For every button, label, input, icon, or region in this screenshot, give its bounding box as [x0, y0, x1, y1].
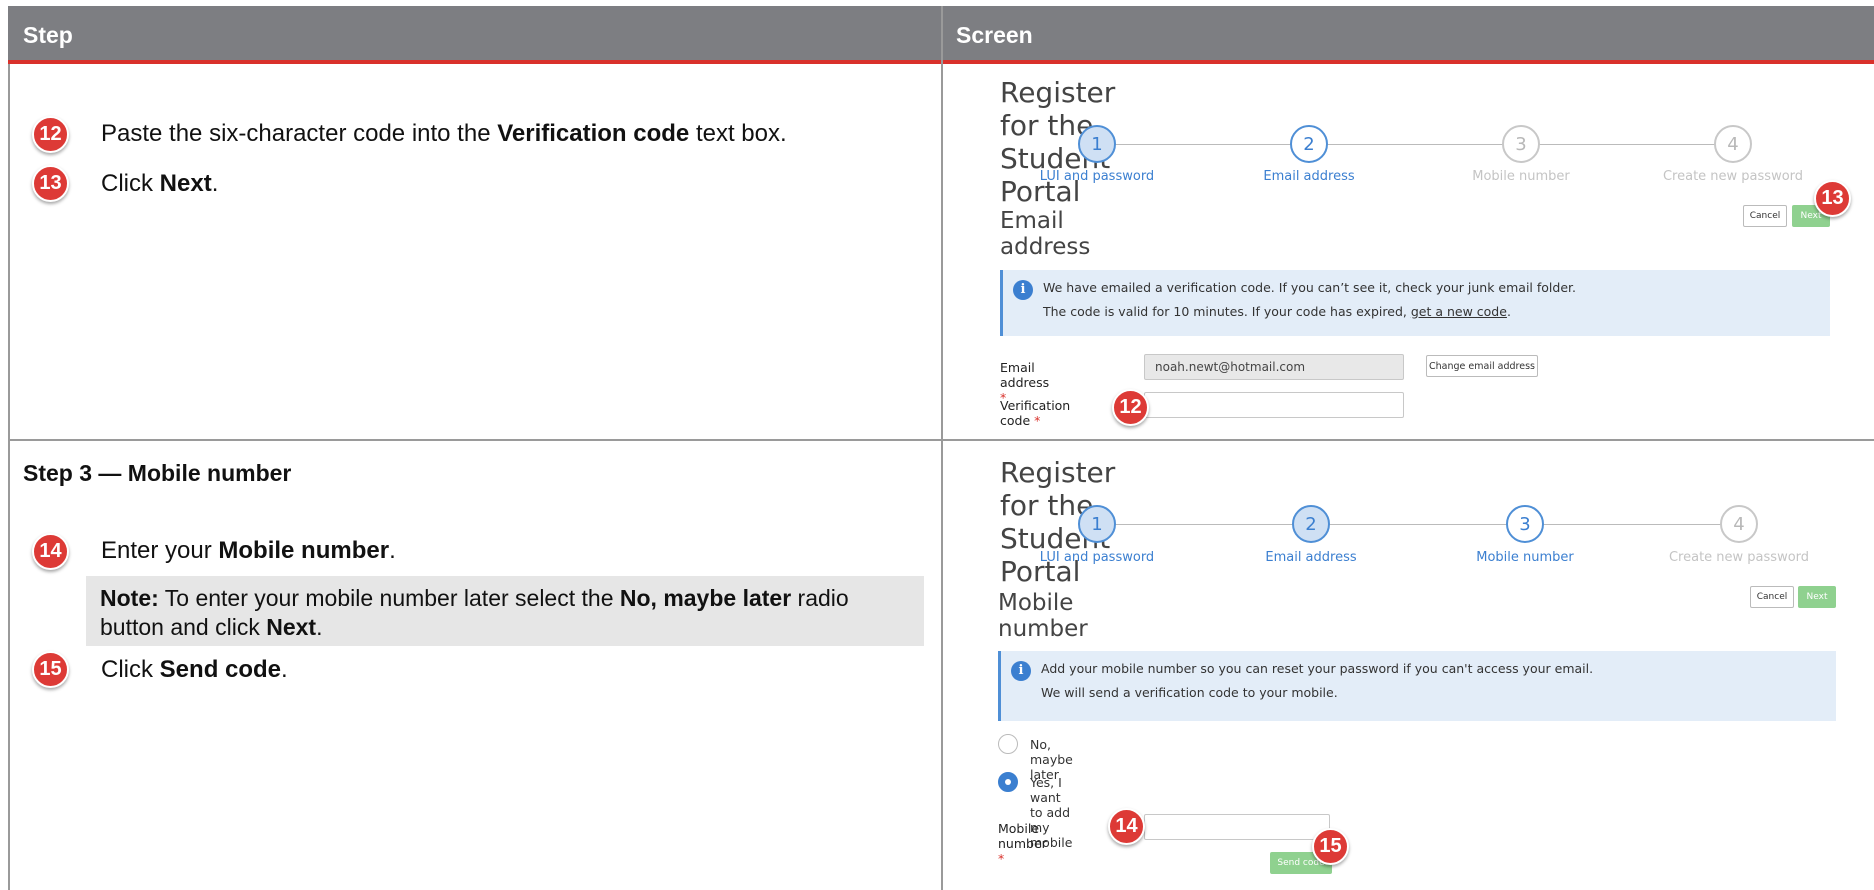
note-box: Note: To enter your mobile number later …	[86, 576, 924, 646]
step-badge-14: 14	[32, 533, 69, 570]
verification-code-input[interactable]	[1144, 392, 1404, 418]
stepper-circle-3: 3	[1502, 125, 1540, 163]
section-title-mobile: Mobile number	[998, 590, 1088, 642]
cancel-button[interactable]: Cancel	[1743, 205, 1787, 227]
stepper-circle-4: 4	[1714, 125, 1752, 163]
section-title-email: Email address	[1000, 208, 1091, 260]
step-15-text: Click Send code.	[101, 656, 288, 683]
stepper2-label-1: LUI and password	[1039, 550, 1155, 565]
stepper-circle-1: 1	[1078, 125, 1116, 163]
stepper-line	[1098, 144, 1728, 145]
stepper2-label-3: Mobile number	[1476, 550, 1574, 565]
stepper-label-1: LUI and password	[1039, 169, 1155, 184]
header-screen: Screen	[956, 22, 1033, 48]
step-13-text: Click Next.	[101, 170, 219, 197]
step-badge-12: 12	[32, 116, 69, 153]
stepper2-circle-3: 3	[1506, 505, 1544, 543]
mobile-number-input[interactable]	[1144, 814, 1330, 840]
stepper-line-2	[1098, 524, 1738, 525]
column-divider	[941, 6, 943, 890]
stepper2-circle-2: 2	[1292, 505, 1330, 543]
stepper2-circle-1: 1	[1078, 505, 1116, 543]
stepper2-circle-4: 4	[1720, 505, 1758, 543]
step-3-heading: Step 3 — Mobile number	[23, 460, 292, 486]
mobile-number-label: Mobile number *	[998, 821, 1047, 866]
next-button-2[interactable]: Next	[1798, 586, 1836, 608]
callout-badge-15: 15	[1312, 828, 1349, 865]
step-14-text: Enter your Mobile number.	[101, 537, 396, 564]
radio-no-maybe-later[interactable]	[998, 734, 1018, 754]
step-badge-15: 15	[32, 651, 69, 688]
callout-badge-13: 13	[1814, 180, 1851, 217]
info-box-mobile: i Add your mobile number so you can rese…	[998, 651, 1836, 721]
change-email-button[interactable]: Change email address	[1426, 355, 1538, 377]
step-badge-13: 13	[32, 165, 69, 202]
radio-yes-add-mobile[interactable]	[998, 772, 1018, 792]
stepper-label-4: Create new password	[1662, 169, 1804, 184]
step-12-text: Paste the six-character code into the Ve…	[101, 120, 787, 147]
email-address-field: noah.newt@hotmail.com	[1144, 354, 1404, 380]
stepper-circle-2: 2	[1290, 125, 1328, 163]
stepper-label-2: Email address	[1263, 169, 1355, 184]
info-box-email: i We have emailed a verification code. I…	[1000, 270, 1830, 336]
instruction-table: Step Screen 12 Paste the six-character c…	[8, 6, 1874, 890]
header-step: Step	[23, 22, 73, 48]
info2-line-1: Add your mobile number so you can reset …	[1041, 661, 1594, 676]
row-divider	[8, 439, 1874, 441]
table-border-left	[8, 64, 10, 890]
info2-line-2: We will send a verification code to your…	[1041, 685, 1338, 700]
get-new-code-link[interactable]: get a new code	[1411, 304, 1507, 319]
info-icon: i	[1013, 280, 1033, 300]
stepper2-label-2: Email address	[1265, 550, 1357, 565]
info-icon-2: i	[1011, 661, 1031, 681]
callout-badge-14: 14	[1108, 808, 1145, 845]
callout-badge-12: 12	[1112, 389, 1149, 426]
info-line-2: The code is valid for 10 minutes. If you…	[1043, 304, 1511, 319]
stepper2-label-4: Create new password	[1668, 550, 1810, 565]
stepper-label-3: Mobile number	[1472, 169, 1570, 184]
info-line-1: We have emailed a verification code. If …	[1043, 280, 1576, 295]
cancel-button-2[interactable]: Cancel	[1750, 586, 1794, 608]
verification-code-label: Verification code *	[1000, 398, 1071, 428]
